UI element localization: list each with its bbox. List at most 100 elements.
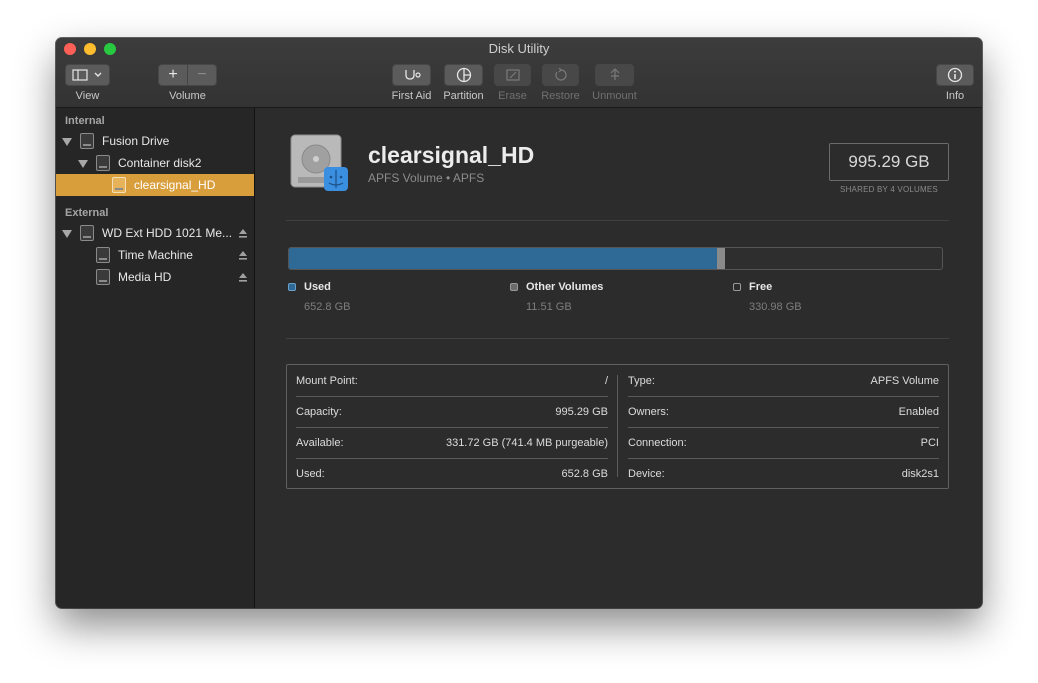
info-value: APFS Volume [870,375,939,387]
info-row: Capacity: 995.29 GB [287,396,617,427]
volume-size: 995.29 GB [829,143,949,181]
info-value: disk2s1 [901,468,939,480]
eject-icon[interactable] [238,272,248,282]
info-row: Used: 652.8 GB [287,458,617,489]
hard-drive-icon [290,134,348,191]
legend-name: Free [749,281,773,293]
window-title: Disk Utility [488,41,550,56]
first-aid-button[interactable] [392,64,431,86]
usage-bar [288,247,943,270]
info-row: Available: 331.72 GB (741.4 MB purgeable… [287,427,617,458]
info-value: / [604,375,608,387]
usage-bar-used-segment [289,248,718,269]
view-button[interactable] [65,64,110,86]
volume-label: Volume [169,90,206,102]
first-aid-label: First Aid [391,90,432,102]
volume-size-caption: SHARED BY 4 VOLUMES [840,185,938,194]
sidebar-toggle-icon [71,69,101,81]
partition-button[interactable] [444,64,483,86]
sidebar-item-container-disk2[interactable]: Container disk2 [56,152,254,174]
sidebar-item-label: Time Machine [118,248,193,262]
disclosure-triangle-icon[interactable] [62,138,72,146]
unmount-icon [610,68,619,80]
sidebar-item-label: Container disk2 [118,156,202,170]
used-swatch [288,283,296,291]
sidebar-item-wd-ext-hdd[interactable]: WD Ext HDD 1021 Me... [56,222,254,244]
info-column-right: Type: APFS Volume Owners: Enabled Connec… [619,365,948,488]
info-key: Type: [628,375,655,387]
info-key: Available: [296,437,344,449]
sidebar-item-label: WD Ext HDD 1021 Me... [102,226,233,240]
partition-label: Partition [443,90,484,102]
info-button[interactable] [936,64,974,86]
info-column-left: Mount Point: / Capacity: 995.29 GB Avail… [287,365,617,488]
volume-subtitle: APFS Volume • APFS [368,171,485,185]
remove-volume-button[interactable]: − [188,66,216,84]
external-disk-icon [80,225,94,241]
legend-value: 11.51 GB [526,301,572,313]
sidebar-item-time-machine[interactable]: Time Machine [56,244,254,266]
erase-button[interactable] [494,64,531,86]
restore-icon [554,68,567,81]
sidebar-item-clearsignal-hd[interactable]: clearsignal_HD [56,174,254,196]
volume-icon [112,177,126,193]
restore-button[interactable] [542,64,579,86]
info-icon [947,67,963,83]
sidebar-item-label: Fusion Drive [102,134,170,148]
sidebar: Internal Fusion Drive Container disk2 cl… [56,108,255,608]
other-volumes-swatch [510,283,518,291]
legend-value: 652.8 GB [304,301,351,313]
free-swatch [733,283,741,291]
container-disk-icon [96,155,110,171]
info-key: Connection: [628,437,687,449]
info-value: Enabled [898,406,939,418]
partition-icon [456,67,471,83]
usage-bar-other-segment [717,248,725,269]
volume-info-table: Mount Point: / Capacity: 995.29 GB Avail… [286,364,949,489]
internal-section-header: Internal [65,115,105,127]
info-key: Owners: [628,406,669,418]
info-label: Info [945,90,965,102]
erase-label: Erase [498,90,527,102]
info-value: 995.29 GB [555,406,608,418]
volume-segmented-control: + − [158,64,217,86]
toolbar: Disk Utility View + − Volume First Aid P… [56,38,982,108]
unmount-label: Unmount [592,90,637,102]
sidebar-item-fusion-drive[interactable]: Fusion Drive [56,130,254,152]
erase-icon [505,69,520,81]
unmount-button[interactable] [595,64,634,86]
disclosure-triangle-icon[interactable] [78,160,88,168]
stethoscope-icon [404,70,421,80]
restore-label: Restore [541,90,580,102]
divider [286,220,949,221]
volume-detail-pane: clearsignal_HD APFS Volume • APFS 995.29… [255,108,982,608]
legend-value: 330.98 GB [749,301,802,313]
column-divider [617,375,618,477]
info-key: Used: [296,468,325,480]
volume-name: clearsignal_HD [368,142,535,168]
info-row: Type: APFS Volume [619,365,948,396]
external-volume-icon [96,269,110,285]
sidebar-item-media-hd[interactable]: Media HD [56,266,254,288]
sidebar-item-label: Media HD [118,270,172,284]
disk-utility-window: Disk Utility View + − Volume First Aid P… [56,38,982,608]
info-value: 652.8 GB [561,468,608,480]
legend-name: Used [304,281,331,293]
eject-icon[interactable] [238,250,248,260]
disclosure-triangle-icon[interactable] [62,230,72,238]
external-section-header: External [65,207,109,219]
eject-icon[interactable] [238,228,248,238]
info-key: Capacity: [296,406,342,418]
info-row: Device: disk2s1 [619,458,948,489]
external-volume-icon [96,247,110,263]
info-value: PCI [920,437,939,449]
view-label: View [75,90,100,102]
divider [286,338,949,339]
info-row: Connection: PCI [619,427,948,458]
info-row: Mount Point: / [287,365,617,396]
legend-name: Other Volumes [526,281,604,293]
add-volume-button[interactable]: + [159,66,187,84]
info-row: Owners: Enabled [619,396,948,427]
info-key: Device: [628,468,665,480]
sidebar-item-label: clearsignal_HD [134,178,216,192]
